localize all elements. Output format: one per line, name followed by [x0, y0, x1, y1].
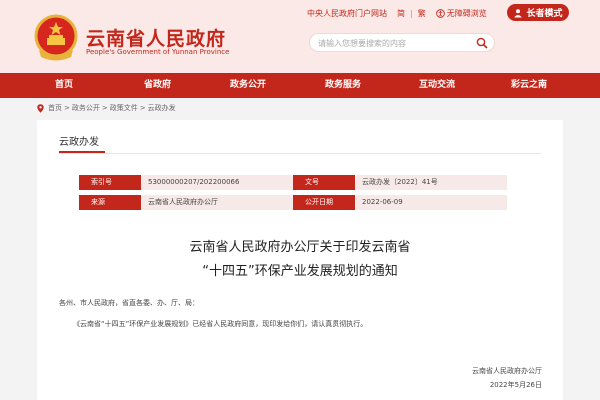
- link-divider: |: [410, 9, 413, 18]
- document-signature: 云南省人民政府办公厅: [472, 367, 542, 375]
- site-subtitle-en: People's Government of Yunnan Province: [86, 48, 230, 56]
- breadcrumb-separator: >: [139, 104, 146, 112]
- central-gov-link[interactable]: 中央人民政府门户网站: [307, 8, 387, 19]
- breadcrumb-separator: >: [64, 104, 70, 112]
- nav-interaction[interactable]: 互动交流: [419, 73, 455, 98]
- accessibility-link[interactable]: 无障碍浏览: [435, 8, 487, 19]
- section-heading: 云政办发: [59, 137, 99, 148]
- section-divider: [59, 153, 541, 154]
- breadcrumb: 首页 > 政务公开 > 政策文件 > 云政办发: [37, 102, 176, 114]
- source-value: 云南省人民政府办公厅: [141, 195, 293, 210]
- index-label: 索引号: [79, 175, 141, 190]
- document-body: 《云南省“十四五”环保产业发展规划》已经省人民政府同意，现印发给你们，请认真贯彻…: [73, 320, 368, 328]
- main-nav: 首页 省政府 政务公开 政务服务 互动交流 彩云之南: [0, 73, 600, 98]
- accessibility-label: 无障碍浏览: [446, 9, 487, 18]
- accessibility-icon: [435, 9, 445, 18]
- publish-date-value: 2022-06-09: [355, 195, 507, 210]
- nav-province-gov[interactable]: 省政府: [144, 73, 171, 98]
- simplified-link[interactable]: 简: [397, 8, 405, 19]
- breadcrumb-gov-affairs[interactable]: 政务公开: [72, 103, 100, 113]
- user-icon: [514, 8, 523, 17]
- publish-date-label: 公开日期: [293, 195, 355, 210]
- source-label: 来源: [79, 195, 141, 210]
- document-title-line1: 云南省人民政府办公厅关于印发云南省: [189, 240, 411, 255]
- document-meta-table: 索引号 53000000207/202200066 文号 云政办发〔2022〕4…: [79, 175, 507, 210]
- traditional-link[interactable]: 繁: [418, 8, 426, 19]
- search-icon[interactable]: [476, 37, 488, 49]
- nav-gov-services[interactable]: 政务服务: [325, 73, 361, 98]
- elder-mode-label: 长者模式: [526, 9, 563, 19]
- index-value: 53000000207/202200066: [141, 175, 293, 190]
- elder-mode-button[interactable]: 长者模式: [507, 4, 569, 21]
- document-date: 2022年5月26日: [489, 381, 542, 389]
- document-recipients: 各州、市人民政府，省直各委、办、厅、局：: [59, 299, 199, 307]
- doc-number-label: 文号: [293, 175, 355, 190]
- document-title-line2: “十四五”环保产业发展规划的通知: [202, 264, 398, 279]
- doc-number-value: 云政办发〔2022〕41号: [355, 175, 507, 190]
- breadcrumb-home[interactable]: 首页: [48, 103, 62, 113]
- breadcrumb-policy-docs[interactable]: 政策文件: [110, 103, 138, 113]
- site-title[interactable]: 云南省人民政府: [86, 24, 226, 51]
- national-emblem-icon[interactable]: [33, 14, 79, 62]
- search-input[interactable]: [318, 36, 468, 50]
- content-card: 云政办发 索引号 53000000207/202200066 文号 云政办发〔2…: [37, 120, 563, 400]
- breadcrumb-current[interactable]: 云政办发: [148, 103, 176, 113]
- top-links: 中央人民政府门户网站 简 | 繁 无障碍浏览: [307, 8, 487, 19]
- search-box: [309, 33, 495, 52]
- nav-yunnan[interactable]: 彩云之南: [511, 73, 547, 98]
- site-header: 云南省人民政府 People's Government of Yunnan Pr…: [0, 0, 600, 73]
- nav-gov-affairs-open[interactable]: 政务公开: [230, 73, 266, 98]
- breadcrumb-separator: >: [101, 104, 108, 112]
- location-pin-icon: [37, 103, 44, 113]
- nav-home[interactable]: 首页: [55, 73, 73, 98]
